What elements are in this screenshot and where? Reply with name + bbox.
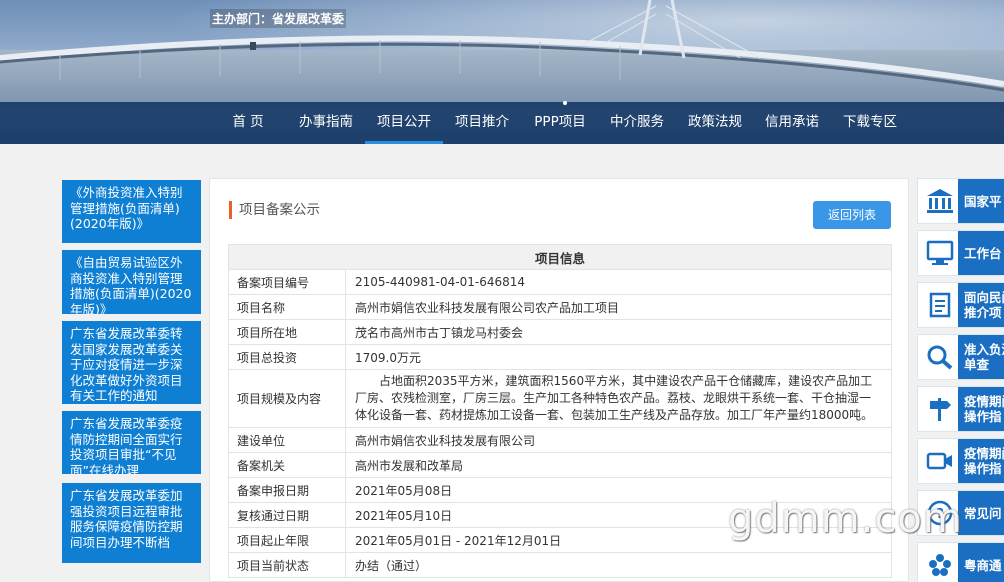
- right-link-epidemic-guide[interactable]: 疫情期间操作指: [917, 386, 1004, 432]
- table-row: 项目规模及内容 占地面积2035平方米，建筑面积1560平方米，其中建设农产品干…: [228, 369, 892, 428]
- row-value: 占地面积2035平方米，建筑面积1560平方米，其中建设农产品干仓储藏库，建设农…: [345, 369, 892, 428]
- row-label: 项目名称: [228, 294, 346, 320]
- row-label: 项目规模及内容: [228, 369, 346, 428]
- nav-agency[interactable]: 中介服务: [603, 102, 671, 144]
- row-label: 复核通过日期: [228, 502, 346, 528]
- right-link-negative-list-query[interactable]: 准入负清单查: [917, 334, 1004, 380]
- row-value: 高州市发展和改革局: [345, 452, 892, 478]
- nav-project-public[interactable]: 项目公开: [365, 102, 443, 144]
- monitor-icon: [918, 231, 962, 275]
- bridge-image: [0, 0, 1004, 92]
- right-link-yueshangtong[interactable]: 粤商通: [917, 542, 1004, 582]
- left-link-ftz-negative-list[interactable]: 《自由贸易试验区外商投资准入特别管理措施(负面清单)(2020年版)》: [62, 250, 201, 314]
- watermark-text: gdmm.com: [728, 496, 963, 542]
- right-link-label: 工作台: [958, 231, 1004, 275]
- left-link-epidemic-reform[interactable]: 广东省发展改革委转发国家发展改革委关于应对疫情进一步深化改革做好外资项目有关工作…: [62, 321, 201, 404]
- left-link-remote-approval[interactable]: 广东省发展改革委加强投资项目远程审批服务保障疫情防控期间项目办理不断档: [62, 483, 201, 563]
- right-link-label: 国家平: [958, 179, 1004, 223]
- right-link-private-projects[interactable]: 面向民间推介项: [917, 282, 1004, 328]
- signpost-icon: [918, 387, 962, 431]
- row-value: 高州市娟信农业科技发展有限公司农产品加工项目: [345, 294, 892, 320]
- nav-policy[interactable]: 政策法规: [681, 102, 749, 144]
- row-label: 项目当前状态: [228, 552, 346, 578]
- right-link-workbench[interactable]: 工作台: [917, 230, 1004, 276]
- table-row: 项目当前状态 办结（通过）: [228, 552, 892, 578]
- left-link-foreign-negative-list[interactable]: 《外商投资准入特别管理措施(负面清单)(2020年版)》: [62, 180, 201, 243]
- search-icon: [918, 335, 962, 379]
- nav-guide[interactable]: 办事指南: [292, 102, 360, 144]
- table-row: 项目名称 高州市娟信农业科技发展有限公司农产品加工项目: [228, 294, 892, 320]
- row-label: 备案机关: [228, 452, 346, 478]
- carousel-dot[interactable]: [563, 101, 567, 105]
- nav-credit[interactable]: 信用承诺: [758, 102, 826, 144]
- row-label: 项目起止年限: [228, 527, 346, 553]
- right-link-label: 疫情期间操作指: [958, 387, 1004, 431]
- right-link-national-platform[interactable]: 国家平: [917, 178, 1004, 224]
- row-label: 备案申报日期: [228, 477, 346, 503]
- table-row: 项目总投资 1709.0万元: [228, 344, 892, 370]
- building-icon: [918, 179, 962, 223]
- page-root: 主办部门：省发展改革委 首 页 办事指南 项目公开 项目推介 PPP项目 中介服…: [0, 0, 1004, 582]
- nav-project-promotion[interactable]: 项目推介: [448, 102, 516, 144]
- main-nav: 首 页 办事指南 项目公开 项目推介 PPP项目 中介服务 政策法规 信用承诺 …: [0, 102, 1004, 144]
- row-label: 项目总投资: [228, 344, 346, 370]
- table-row: 备案机关 高州市发展和改革局: [228, 452, 892, 478]
- sponsor-text: 主办部门：省发展改革委: [210, 9, 347, 28]
- row-label: 备案项目编号: [228, 269, 346, 295]
- nav-download[interactable]: 下载专区: [836, 102, 904, 144]
- right-link-epidemic-video-guide[interactable]: 疫情期间操作指: [917, 438, 1004, 484]
- nav-home[interactable]: 首 页: [222, 102, 274, 144]
- table-row: 项目所在地 茂名市高州市古丁镇龙马村委会: [228, 319, 892, 345]
- row-value: 高州市娟信农业科技发展有限公司: [345, 427, 892, 453]
- table-row: 备案项目编号 2105-440981-04-01-646814: [228, 269, 892, 295]
- row-value: 办结（通过）: [345, 552, 892, 578]
- right-link-label: 疫情期间操作指: [958, 439, 1004, 483]
- table-header-row: 项目信息: [228, 244, 892, 270]
- right-link-label: 常见问: [958, 491, 1004, 535]
- left-link-online-approval[interactable]: 广东省发展改革委疫情防控期间全面实行投资项目审批“不见面”在线办理: [62, 411, 201, 474]
- row-label: 项目所在地: [228, 319, 346, 345]
- flower-icon: [918, 543, 962, 582]
- row-label: 建设单位: [228, 427, 346, 453]
- back-to-list-button[interactable]: 返回列表: [813, 201, 891, 229]
- table-header: 项目信息: [228, 244, 892, 270]
- right-link-label: 面向民间推介项: [958, 283, 1004, 327]
- video-icon: [918, 439, 962, 483]
- document-icon: [918, 283, 962, 327]
- table-row: 建设单位 高州市娟信农业科技发展有限公司: [228, 427, 892, 453]
- right-link-label: 准入负清单查: [958, 335, 1004, 379]
- panel-title: 项目备案公示: [229, 201, 320, 219]
- nav-ppp[interactable]: PPP项目: [526, 102, 594, 144]
- right-link-label: 粤商通: [958, 543, 1004, 582]
- row-value: 2105-440981-04-01-646814: [345, 269, 892, 295]
- row-value: 茂名市高州市古丁镇龙马村委会: [345, 319, 892, 345]
- row-value: 1709.0万元: [345, 344, 892, 370]
